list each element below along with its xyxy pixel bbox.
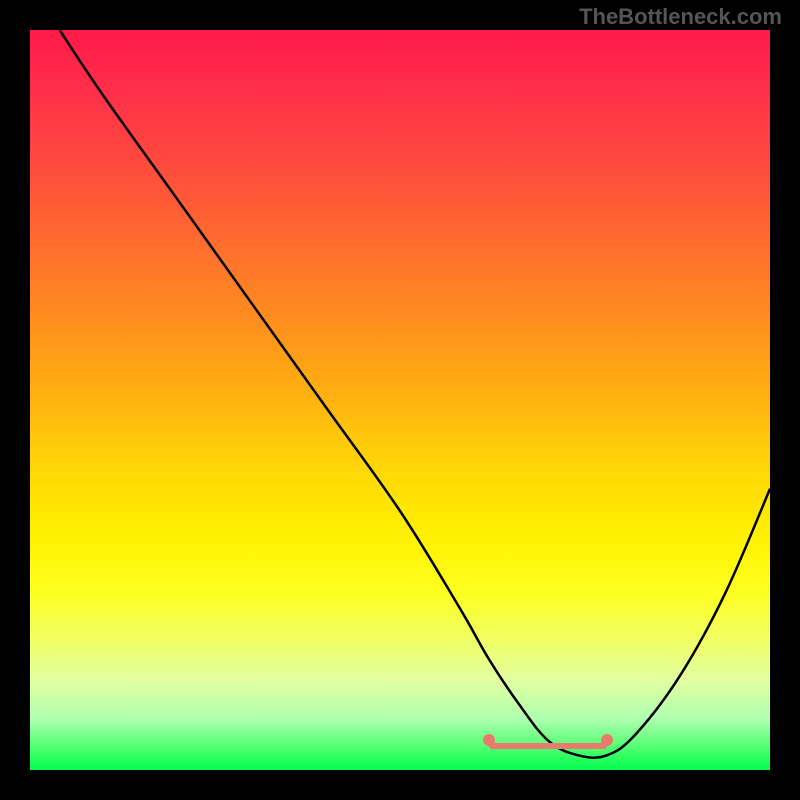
attribution-text: TheBottleneck.com: [579, 4, 782, 30]
marker-bar: [489, 743, 607, 749]
plot-area: [30, 30, 770, 770]
optimal-markers: [30, 30, 770, 770]
